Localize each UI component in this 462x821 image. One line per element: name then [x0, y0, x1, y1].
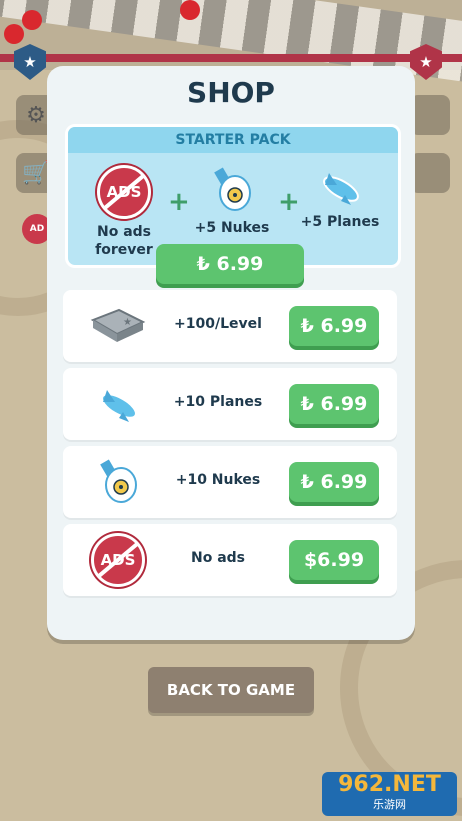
- soldier-figure: [180, 0, 200, 20]
- starter-pack-buy-button[interactable]: ₺ 6.99: [156, 244, 304, 284]
- buy-button[interactable]: ₺ 6.99: [289, 384, 379, 424]
- row-label: No ads: [190, 550, 245, 566]
- site-watermark-logo: 962.NET 乐游网: [322, 772, 457, 816]
- svg-text:★: ★: [123, 317, 132, 328]
- no-ads-icon: ADS: [97, 165, 151, 219]
- shop-row-planes: +10 Planes ₺ 6.99: [63, 368, 397, 440]
- no-ads-icon-text: ADS: [100, 551, 136, 569]
- buy-button[interactable]: $6.99: [289, 540, 379, 580]
- shop-panel: SHOP STARTER PACK ADS No ads forever + +…: [47, 66, 415, 640]
- starter-item-label: No ads forever: [95, 224, 153, 258]
- background-red-line: [0, 54, 462, 62]
- watermark-line2: 乐游网: [373, 798, 406, 811]
- back-to-game-button[interactable]: BACK TO GAME: [148, 667, 314, 713]
- row-label: +100/Level: [174, 316, 262, 332]
- shop-row-no-ads: ADS No ads $6.99: [63, 524, 397, 596]
- side-nuke-icon[interactable]: [410, 153, 450, 193]
- watermark-line1: 962.NET: [338, 772, 441, 797]
- soldier-figure: [22, 10, 42, 30]
- cash-stack-icon: ★: [89, 304, 147, 348]
- starter-pack-heading: STARTER PACK: [68, 127, 398, 153]
- row-label: +10 Planes: [173, 394, 263, 410]
- starter-item-nukes: +5 Nukes: [182, 165, 282, 237]
- nuke-icon: [89, 459, 147, 504]
- starter-item-label: +5 Planes: [300, 214, 380, 230]
- side-cash-icon[interactable]: [410, 95, 450, 135]
- starter-item-label: +5 Nukes: [194, 220, 270, 236]
- buy-button[interactable]: ₺ 6.99: [289, 306, 379, 346]
- shop-row-cash: ★ +100/Level ₺ 6.99: [63, 290, 397, 362]
- shop-row-nukes: +10 Nukes ₺ 6.99: [63, 446, 397, 518]
- soldier-figure: [4, 24, 24, 44]
- plane-icon: [89, 382, 147, 426]
- starter-item-planes: +5 Planes: [290, 165, 390, 231]
- blue-team-star-icon: ★: [14, 44, 46, 80]
- buy-button[interactable]: ₺ 6.99: [289, 462, 379, 502]
- nuke-icon: [214, 167, 251, 211]
- shop-title: SHOP: [187, 76, 275, 109]
- row-label: +10 Nukes: [175, 472, 261, 488]
- no-ads-icon-text: ADS: [106, 183, 142, 201]
- no-ads-icon: ADS: [89, 533, 147, 587]
- plane-icon: [323, 173, 359, 205]
